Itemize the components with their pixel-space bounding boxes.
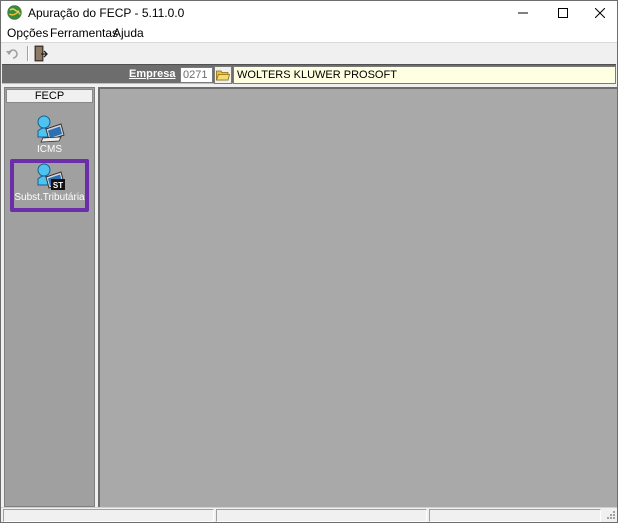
undo-icon <box>6 49 18 59</box>
menu-ajuda[interactable]: Ajuda <box>113 26 144 40</box>
sidebar-panel: FECP ICMS ST Subst.Tributária <box>4 87 95 507</box>
status-panel-2 <box>216 509 427 522</box>
close-button[interactable] <box>583 1 617 25</box>
empresa-code-field[interactable]: 0271 <box>180 67 213 83</box>
open-folder-icon <box>216 70 230 81</box>
menu-opcoes[interactable]: Opções <box>7 26 48 40</box>
status-panel-3 <box>429 509 601 522</box>
exit-button[interactable] <box>31 45 49 63</box>
empresa-name-field: WOLTERS KLUWER PROSOFT <box>233 66 616 84</box>
status-bar <box>1 507 617 522</box>
empresa-label: Empresa <box>129 68 175 80</box>
empresa-browse-button[interactable] <box>214 66 232 84</box>
sidebar-item-subst-tributaria[interactable]: ST Subst.Tributária <box>10 159 89 212</box>
app-window: Apuração do FECP - 5.11.0.0 Opções Ferra… <box>0 0 618 523</box>
person-computer-icon <box>37 115 65 143</box>
maximize-icon <box>558 8 568 18</box>
empresa-label-text: Empresa <box>129 68 176 80</box>
minimize-button[interactable] <box>503 1 543 25</box>
exit-door-icon <box>34 45 48 62</box>
title-bar[interactable]: Apuração do FECP - 5.11.0.0 <box>1 1 617 25</box>
status-panel-1 <box>3 509 214 522</box>
workspace-area <box>98 87 617 507</box>
close-icon <box>595 8 605 18</box>
toolbar-separator <box>27 46 28 61</box>
svg-text:ST: ST <box>52 181 62 190</box>
sidebar-header[interactable]: FECP <box>6 89 93 103</box>
toolbar <box>1 42 617 64</box>
undo-button[interactable] <box>4 45 22 63</box>
menu-bar: Opções Ferramentas Ajuda <box>1 25 617 42</box>
sidebar-item-label: ICMS <box>37 144 62 155</box>
sidebar-item-label: Subst.Tributária <box>14 192 85 203</box>
maximize-button[interactable] <box>543 1 583 25</box>
empresa-bar: Empresa 0271 WOLTERS KLUWER PROSOFT <box>2 64 616 84</box>
resize-grip-icon[interactable] <box>604 510 615 521</box>
person-computer-st-icon: ST <box>37 163 65 190</box>
menu-ferramentas[interactable]: Ferramentas <box>50 26 118 40</box>
minimize-icon <box>518 12 528 14</box>
globe-icon <box>7 5 22 20</box>
window-title: Apuração do FECP - 5.11.0.0 <box>28 6 185 20</box>
